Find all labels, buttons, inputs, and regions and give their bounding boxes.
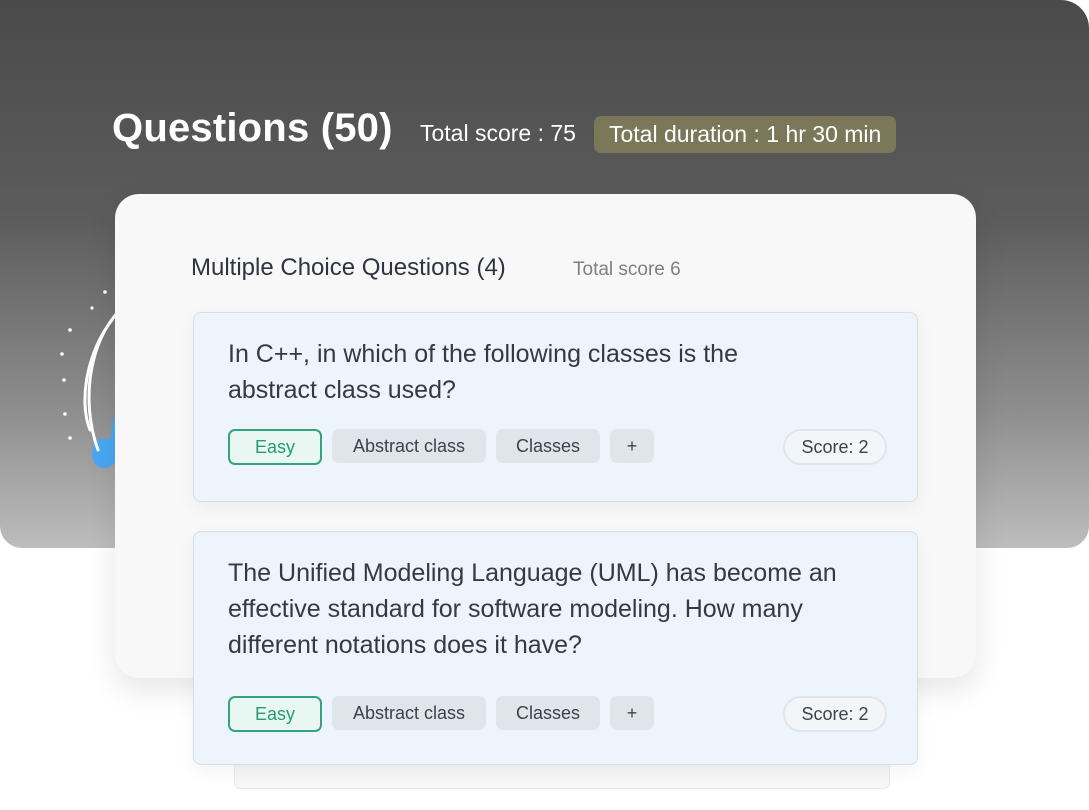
page-title: Questions (50) (112, 106, 393, 150)
add-tag-button[interactable]: + (610, 696, 654, 730)
question-card[interactable]: The Unified Modeling Language (UML) has … (193, 531, 918, 765)
section-title: Multiple Choice Questions (4) (191, 254, 506, 281)
topic-tag[interactable]: Abstract class (332, 429, 486, 463)
section-score: Total score 6 (573, 259, 681, 280)
stacked-card-edge (234, 762, 890, 789)
question-card[interactable]: In C++, in which of the following classe… (193, 312, 918, 502)
difficulty-tag-easy[interactable]: Easy (228, 696, 322, 732)
add-tag-button[interactable]: + (610, 429, 654, 463)
question-score-badge: Score: 2 (783, 429, 887, 465)
question-text: The Unified Modeling Language (UML) has … (228, 559, 837, 659)
topic-tag[interactable]: Abstract class (332, 696, 486, 730)
total-score-label: Total score : 75 (420, 120, 576, 146)
topic-tag[interactable]: Classes (496, 696, 600, 730)
difficulty-tag-easy[interactable]: Easy (228, 429, 322, 465)
question-text: In C++, in which of the following classe… (228, 340, 738, 404)
total-duration-badge: Total duration : 1 hr 30 min (594, 116, 897, 153)
page: Questions (50) Total score : 75 Total du… (0, 0, 1089, 810)
question-score-badge: Score: 2 (783, 696, 887, 732)
topic-tag[interactable]: Classes (496, 429, 600, 463)
